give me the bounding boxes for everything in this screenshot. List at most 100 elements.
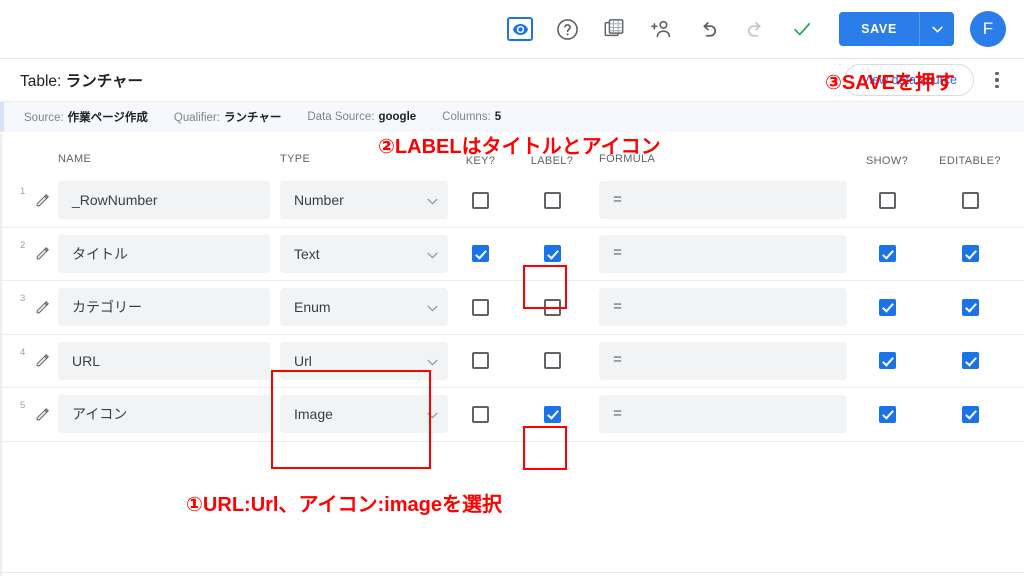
edit-column-button[interactable] (26, 193, 58, 208)
bottom-divider (0, 572, 1024, 573)
formula-cell: = (599, 181, 847, 220)
redo-icon[interactable] (736, 10, 774, 48)
label-checkbox[interactable] (543, 245, 561, 263)
eye-glyph (512, 23, 528, 35)
column-name-cell: URL (58, 341, 270, 380)
label-cell (513, 191, 591, 209)
table-row: 1 _RowNumber Number = (0, 174, 1024, 228)
check-icon[interactable] (783, 10, 821, 48)
save-button-group: SAVE (839, 12, 954, 46)
label-cell (513, 352, 591, 370)
pencil-icon (36, 300, 49, 314)
formula-cell: = (599, 341, 847, 380)
editable-checkbox[interactable] (961, 405, 979, 423)
formula-input[interactable]: = (599, 395, 847, 434)
formula-cell: = (599, 234, 847, 273)
formula-equals-symbol: = (613, 405, 623, 423)
column-type-select[interactable]: Enum (280, 288, 448, 327)
editable-checkbox[interactable] (961, 298, 979, 316)
key-cell (448, 298, 513, 316)
qualifier-label: Qualifier: (173, 112, 220, 124)
save-button[interactable]: SAVE (839, 12, 919, 46)
kebab-dot (995, 84, 999, 88)
save-dropdown-button[interactable] (919, 12, 954, 46)
column-type-cell: Text (280, 234, 448, 273)
copy-table-icon[interactable] (595, 10, 633, 48)
column-type-cell: Number (280, 181, 448, 220)
edit-column-button[interactable] (26, 353, 58, 368)
column-type-value: Image (294, 406, 333, 423)
column-name-cell: _RowNumber (58, 181, 270, 220)
column-name-input[interactable]: URL (58, 341, 270, 380)
columns-value: 5 (494, 111, 502, 123)
formula-input[interactable]: = (599, 288, 847, 327)
column-name-input[interactable]: カテゴリー (58, 288, 270, 327)
formula-input[interactable]: = (599, 181, 847, 220)
column-type-value: Number (294, 192, 344, 209)
column-name-input[interactable]: アイコン (58, 395, 270, 434)
column-type-select[interactable]: Url (280, 341, 448, 380)
row-number: 5 (20, 400, 26, 412)
edit-column-button[interactable] (26, 407, 58, 422)
top-toolbar: SAVE F (0, 0, 1024, 58)
editable-checkbox[interactable] (961, 352, 979, 370)
key-checkbox[interactable] (472, 405, 489, 423)
show-cell (847, 191, 927, 209)
column-type-select[interactable]: Image (280, 395, 448, 434)
key-checkbox[interactable] (472, 245, 489, 263)
edit-column-button[interactable] (26, 246, 58, 261)
kebab-dot (995, 72, 999, 76)
grid-body: 1 _RowNumber Number = 2 タイトル Text = 3 カテゴリー Enum = 4… (0, 174, 1024, 442)
preview-eye-icon[interactable] (501, 10, 539, 48)
edit-column-button[interactable] (26, 300, 58, 315)
table-row: 5 アイコン Image = (0, 388, 1024, 442)
label-checkbox[interactable] (543, 405, 561, 423)
label-checkbox[interactable] (543, 352, 561, 370)
header-type: TYPE (280, 153, 311, 165)
avatar[interactable]: F (970, 11, 1006, 47)
more-options-icon[interactable] (984, 72, 1010, 88)
column-name-cell: アイコン (58, 395, 270, 434)
header-show: SHOW? (865, 155, 909, 167)
copy-table-glyph (604, 19, 624, 37)
show-checkbox[interactable] (878, 191, 896, 209)
table-row: 3 カテゴリー Enum = (0, 281, 1024, 335)
undo-icon[interactable] (689, 10, 727, 48)
source-value: 作業ページ作成 (67, 112, 148, 124)
add-person-icon[interactable] (642, 10, 680, 48)
editable-checkbox[interactable] (961, 191, 979, 209)
column-name-cell: カテゴリー (58, 288, 270, 327)
help-circle-icon[interactable] (548, 10, 586, 48)
source-label: Source: (24, 112, 64, 124)
key-cell (448, 352, 513, 370)
formula-input[interactable]: = (599, 341, 847, 380)
redo-glyph (747, 21, 761, 37)
label-checkbox[interactable] (543, 298, 561, 316)
column-name-input[interactable]: _RowNumber (58, 181, 270, 220)
key-checkbox[interactable] (472, 352, 489, 370)
key-checkbox[interactable] (472, 191, 489, 209)
formula-input[interactable]: = (599, 234, 847, 273)
source-info-columns: Columns: 5 (442, 111, 501, 123)
editable-checkbox[interactable] (961, 245, 979, 263)
key-checkbox[interactable] (472, 298, 489, 316)
annotation-step-3: ③SAVEを押す (825, 72, 955, 94)
editable-cell (927, 191, 1013, 209)
chevron-down-icon (931, 26, 943, 32)
add-person-glyph (650, 20, 670, 37)
show-checkbox[interactable] (878, 352, 896, 370)
column-type-select[interactable]: Text (280, 234, 448, 273)
show-checkbox[interactable] (878, 245, 896, 263)
datasource-label: Data Source: (307, 111, 375, 123)
label-checkbox[interactable] (543, 191, 561, 209)
datasource-value: google (378, 111, 417, 123)
show-checkbox[interactable] (878, 298, 896, 316)
source-info-datasource: Data Source: google (307, 111, 416, 123)
column-name-input[interactable]: タイトル (58, 234, 270, 273)
columns-label: Columns: (442, 111, 491, 123)
annotation-step-2: ②LABELはタイトルとアイコン (378, 136, 661, 158)
chevron-down-icon (427, 353, 438, 369)
column-type-select[interactable]: Number (280, 181, 448, 220)
show-checkbox[interactable] (878, 405, 896, 423)
chevron-down-icon (427, 299, 438, 315)
